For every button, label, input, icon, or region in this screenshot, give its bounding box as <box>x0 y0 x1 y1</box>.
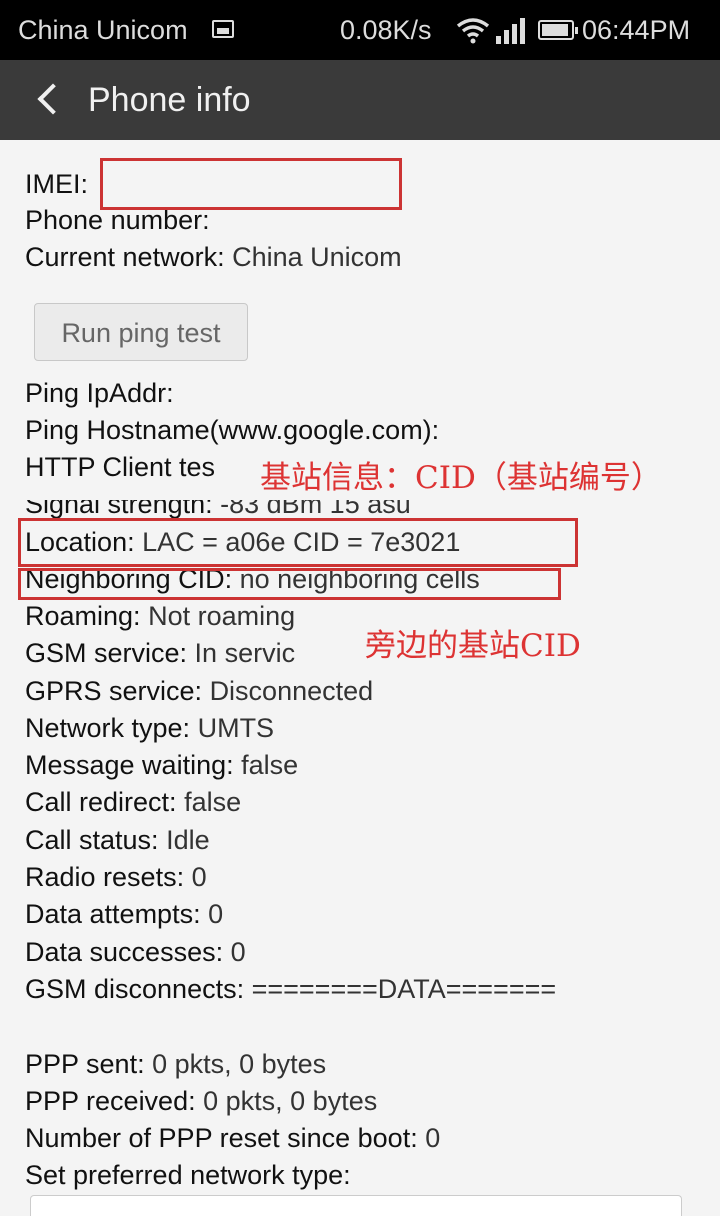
ppp-sent-row: PPP sent: 0 pkts, 0 bytes <box>25 1046 326 1082</box>
ping-ipaddr-row: Ping IpAddr: <box>25 375 174 411</box>
run-ping-test-button[interactable]: Run ping test <box>34 303 248 361</box>
carrier-name: China Unicom <box>18 15 188 45</box>
call-status-row: Call status: Idle <box>25 822 210 858</box>
ppp-reset-row: Number of PPP reset since boot: 0 <box>25 1120 440 1156</box>
signal-icon <box>496 18 528 44</box>
gprs-service-label: GPRS service: <box>25 676 203 706</box>
radio-resets-value: 0 <box>191 862 207 892</box>
data-attempts-row: Data attempts: 0 <box>25 896 223 932</box>
gsm-disconnects-label: GSM disconnects: <box>25 974 245 1004</box>
imei-label: IMEI: <box>25 169 89 199</box>
clock: 06:44PM <box>582 15 691 45</box>
location-highlight-box <box>18 518 578 567</box>
network-type-label: Network type: <box>25 713 191 743</box>
data-successes-value: 0 <box>230 937 246 967</box>
current-network-value: China Unicom <box>232 242 402 272</box>
ppp-sent-value: 0 pkts, 0 bytes <box>152 1049 327 1079</box>
preferred-network-row: Set preferred network type: <box>25 1157 351 1193</box>
ppp-received-label: PPP received: <box>25 1086 196 1116</box>
cid-annotation: 基站信息：CID（基站编号） <box>260 460 662 496</box>
call-status-label: Call status: <box>25 825 159 855</box>
gsm-service-label: GSM service: <box>25 638 188 668</box>
ppp-reset-value: 0 <box>425 1123 441 1153</box>
back-arrow-icon[interactable] <box>32 82 68 118</box>
signal-strength-label: Signal strength: <box>25 489 213 519</box>
ppp-received-value: 0 pkts, 0 bytes <box>203 1086 378 1116</box>
current-network-row: Current network: China Unicom <box>25 239 402 275</box>
ping-hostname-row: Ping Hostname(www.google.com): <box>25 412 439 448</box>
phone-info-content[interactable]: IMEI: Phone number: Current network: Chi… <box>0 140 720 1216</box>
app-toolbar: Phone info <box>0 60 720 140</box>
radio-resets-row: Radio resets: 0 <box>25 859 207 895</box>
neighbor-annotation: 旁边的基站CID <box>365 628 581 664</box>
imei-row: IMEI: <box>25 166 88 202</box>
ping-ipaddr-label: Ping IpAddr: <box>25 378 174 408</box>
gprs-service-row: GPRS service: Disconnected <box>25 673 373 709</box>
preferred-network-label: Set preferred network type: <box>25 1160 351 1190</box>
roaming-label: Roaming: <box>25 601 141 631</box>
http-client-row: HTTP Client tes <box>25 449 215 485</box>
network-speed: 0.08K/s <box>340 15 432 45</box>
gprs-service-value: Disconnected <box>209 676 374 706</box>
preferred-network-spinner[interactable] <box>30 1195 682 1216</box>
data-attempts-value: 0 <box>208 899 224 929</box>
call-redirect-row: Call redirect: false <box>25 784 241 820</box>
current-network-label: Current network: <box>25 242 225 272</box>
radio-resets-label: Radio resets: <box>25 862 185 892</box>
message-waiting-row: Message waiting: false <box>25 747 298 783</box>
ppp-reset-label: Number of PPP reset since boot: <box>25 1123 418 1153</box>
data-successes-label: Data successes: <box>25 937 224 967</box>
ppp-sent-label: PPP sent: <box>25 1049 145 1079</box>
neighboring-highlight-box <box>18 568 561 600</box>
message-waiting-value: false <box>241 750 299 780</box>
status-bar: China Unicom 0.08K/s 06:44PM <box>0 0 720 60</box>
roaming-value: Not roaming <box>148 601 296 631</box>
ppp-received-row: PPP received: 0 pkts, 0 bytes <box>25 1083 377 1119</box>
data-attempts-label: Data attempts: <box>25 899 201 929</box>
gsm-disconnects-row: GSM disconnects: ========DATA======= <box>25 971 556 1007</box>
network-type-row: Network type: UMTS <box>25 710 274 746</box>
data-successes-row: Data successes: 0 <box>25 934 246 970</box>
battery-icon <box>538 20 578 40</box>
http-client-label: HTTP Client tes <box>25 452 216 482</box>
gsm-service-row: GSM service: In servic <box>25 635 295 671</box>
gsm-disconnects-value: ========DATA======= <box>251 974 557 1004</box>
ping-hostname-label: Ping Hostname(www.google.com): <box>25 415 440 445</box>
gsm-service-value: In servic <box>194 638 296 668</box>
call-redirect-value: false <box>184 787 242 817</box>
page-title: Phone info <box>88 81 251 119</box>
imei-redaction-box <box>100 158 402 210</box>
network-type-value: UMTS <box>197 713 275 743</box>
call-redirect-label: Call redirect: <box>25 787 177 817</box>
message-waiting-label: Message waiting: <box>25 750 234 780</box>
roaming-row: Roaming: Not roaming <box>25 598 295 634</box>
call-status-value: Idle <box>166 825 210 855</box>
photo-icon <box>212 20 234 38</box>
